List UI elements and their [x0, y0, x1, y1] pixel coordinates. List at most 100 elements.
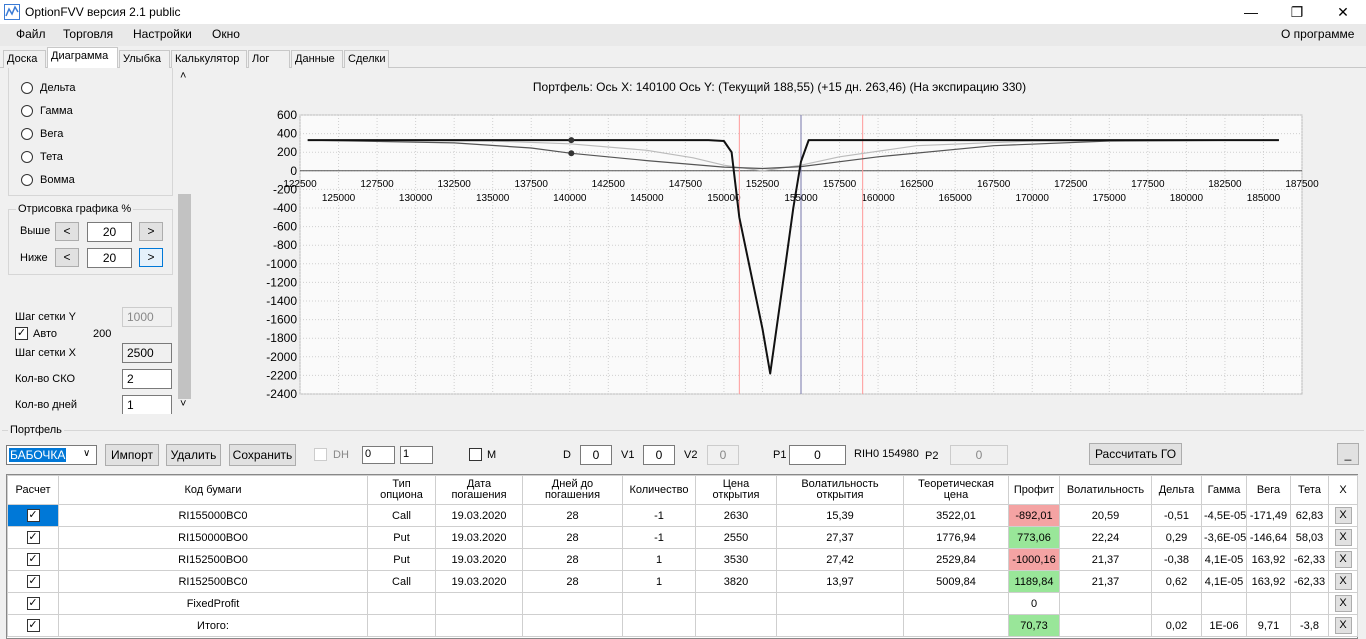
calc-checkbox[interactable]: ✓	[26, 531, 40, 544]
minimize-button[interactable]: —	[1228, 0, 1274, 24]
grid-y-input[interactable]: 1000	[122, 307, 172, 327]
table-row[interactable]: ✓ FixedProfit 0 X	[7, 592, 1358, 615]
delete-row-button[interactable]: X	[1334, 573, 1352, 590]
column-header[interactable]: Дней до погашения	[522, 475, 623, 505]
calc-checkbox[interactable]: ✓	[26, 619, 40, 632]
x-tick-label: 165000	[938, 193, 972, 204]
radio-theta[interactable]	[21, 151, 33, 163]
radio-delta[interactable]	[21, 82, 33, 94]
sko-input[interactable]: 2	[122, 369, 172, 389]
radio-gamma[interactable]	[21, 105, 33, 117]
delete-row-button[interactable]: X	[1334, 551, 1352, 568]
menu-about[interactable]: О программе	[1281, 27, 1354, 41]
v1-input[interactable]: 0	[643, 445, 675, 465]
x-tick-label: 130000	[399, 193, 433, 204]
tab-diagram[interactable]: Диаграмма	[47, 47, 118, 68]
cell-days	[522, 592, 623, 615]
cell-code: RI152500BO0	[58, 548, 368, 571]
y-tick-label: -1600	[266, 313, 297, 327]
save-button[interactable]: Сохранить	[229, 444, 296, 466]
radio-vega[interactable]	[21, 128, 33, 140]
p2-input[interactable]: 0	[950, 445, 1008, 465]
column-header[interactable]: Тета	[1290, 475, 1329, 505]
menu-settings[interactable]: Настройки	[133, 27, 192, 41]
tab-log[interactable]: Лог	[248, 50, 290, 68]
d-input[interactable]: 0	[580, 445, 612, 465]
column-header[interactable]: Расчет	[7, 475, 59, 505]
radio-vomma-label: Вомма	[40, 174, 75, 186]
cell-gamma: 4,1E-05	[1201, 548, 1247, 571]
tab-board[interactable]: Доска	[3, 50, 46, 68]
dh-spinner-b[interactable]: 1	[400, 446, 433, 464]
calc-checkbox[interactable]: ✓	[26, 509, 40, 522]
maximize-button[interactable]: ❐	[1274, 0, 1320, 24]
import-button[interactable]: Импорт	[105, 444, 159, 466]
above-decrease-button[interactable]: <	[55, 222, 79, 241]
cell-theo: 3522,01	[903, 504, 1009, 527]
scroll-up-icon[interactable]: ˄	[180, 70, 186, 82]
column-header[interactable]: X	[1328, 475, 1358, 505]
grid-x-input[interactable]: 2500	[122, 343, 172, 363]
menu-file[interactable]: Файл	[16, 27, 46, 41]
tab-calculator[interactable]: Калькулятор	[171, 50, 247, 68]
calc-checkbox[interactable]: ✓	[26, 597, 40, 610]
column-header[interactable]: Волатильность открытия	[776, 475, 904, 505]
scroll-down-icon[interactable]: ˅	[180, 398, 186, 410]
p1-input[interactable]: 0	[789, 445, 846, 465]
x-tick-label: 125000	[322, 193, 356, 204]
table-row[interactable]: ✓ Итого: 70,73 0,02 1E-06 9,71 -3,8 X	[7, 614, 1358, 637]
tab-data[interactable]: Данные	[291, 50, 343, 68]
calc-checkbox[interactable]: ✓	[26, 553, 40, 566]
cell-date	[435, 614, 523, 637]
column-header[interactable]: Дата погашения	[435, 475, 523, 505]
portfolio-select[interactable]: БАБОЧКА ∨	[6, 445, 97, 465]
radio-vomma[interactable]	[21, 174, 33, 186]
column-header[interactable]: Тип опциона	[367, 475, 436, 505]
cell-vol-open: 27,37	[776, 526, 904, 549]
x-tick-label: 167500	[977, 179, 1011, 190]
y-tick-label: -1000	[266, 257, 297, 271]
column-header[interactable]: Волатильность	[1059, 475, 1152, 505]
table-row[interactable]: ✓ RI155000BC0 Call 19.03.2020 28 -1 2630 15,39 3…	[7, 504, 1358, 527]
column-header[interactable]: Количество	[622, 475, 696, 505]
dh-checkbox[interactable]	[314, 448, 327, 461]
below-value-input[interactable]: 20	[87, 248, 132, 268]
table-row[interactable]: ✓ RI152500BO0 Put 19.03.2020 28 1 3530 27,42 252…	[7, 548, 1358, 571]
column-header[interactable]: Гамма	[1201, 475, 1247, 505]
above-value-input[interactable]: 20	[87, 222, 132, 242]
menu-trade[interactable]: Торговля	[63, 27, 113, 41]
auto-checkbox[interactable]: ✓	[15, 327, 28, 340]
delete-button[interactable]: Удалить	[166, 444, 221, 466]
y-tick-label: -1200	[266, 275, 297, 289]
column-header[interactable]: Дельта	[1151, 475, 1202, 505]
column-header[interactable]: Вега	[1246, 475, 1291, 505]
cell-vol: 21,37	[1059, 570, 1152, 593]
below-decrease-button[interactable]: <	[55, 248, 79, 267]
column-header[interactable]: Теоретическая цена	[903, 475, 1009, 505]
column-header[interactable]: Цена открытия	[695, 475, 777, 505]
delete-row-button[interactable]: X	[1334, 617, 1352, 634]
menu-window[interactable]: Окно	[212, 27, 240, 41]
dh-spinner-a[interactable]: 0	[362, 446, 395, 464]
close-button[interactable]: ✕	[1320, 0, 1366, 24]
calc-go-button[interactable]: Рассчитать ГО	[1089, 443, 1182, 465]
d-label: D	[563, 449, 571, 461]
delete-row-button[interactable]: X	[1334, 507, 1352, 524]
column-header[interactable]: Профит	[1008, 475, 1060, 505]
above-increase-button[interactable]: >	[139, 222, 163, 241]
table-row[interactable]: ✓ RI152500BC0 Call 19.03.2020 28 1 3820 13,97 50…	[7, 570, 1358, 593]
minimize-panel-button[interactable]: _	[1337, 443, 1359, 465]
left-scrollbar-thumb[interactable]	[178, 194, 191, 399]
table-row[interactable]: ✓ RI150000BO0 Put 19.03.2020 28 -1 2550 27,37 17…	[7, 526, 1358, 549]
m-checkbox[interactable]	[469, 448, 482, 461]
days-input[interactable]: 1	[122, 395, 172, 414]
column-header[interactable]: Код бумаги	[58, 475, 368, 505]
v2-input[interactable]: 0	[707, 445, 739, 465]
calc-checkbox[interactable]: ✓	[26, 575, 40, 588]
tab-smile[interactable]: Улыбка	[119, 50, 170, 68]
delete-row-button[interactable]: X	[1334, 595, 1352, 612]
cell-delta: -0,38	[1151, 548, 1202, 571]
below-increase-button[interactable]: >	[139, 248, 163, 267]
delete-row-button[interactable]: X	[1334, 529, 1352, 546]
tab-deals[interactable]: Сделки	[344, 50, 389, 68]
